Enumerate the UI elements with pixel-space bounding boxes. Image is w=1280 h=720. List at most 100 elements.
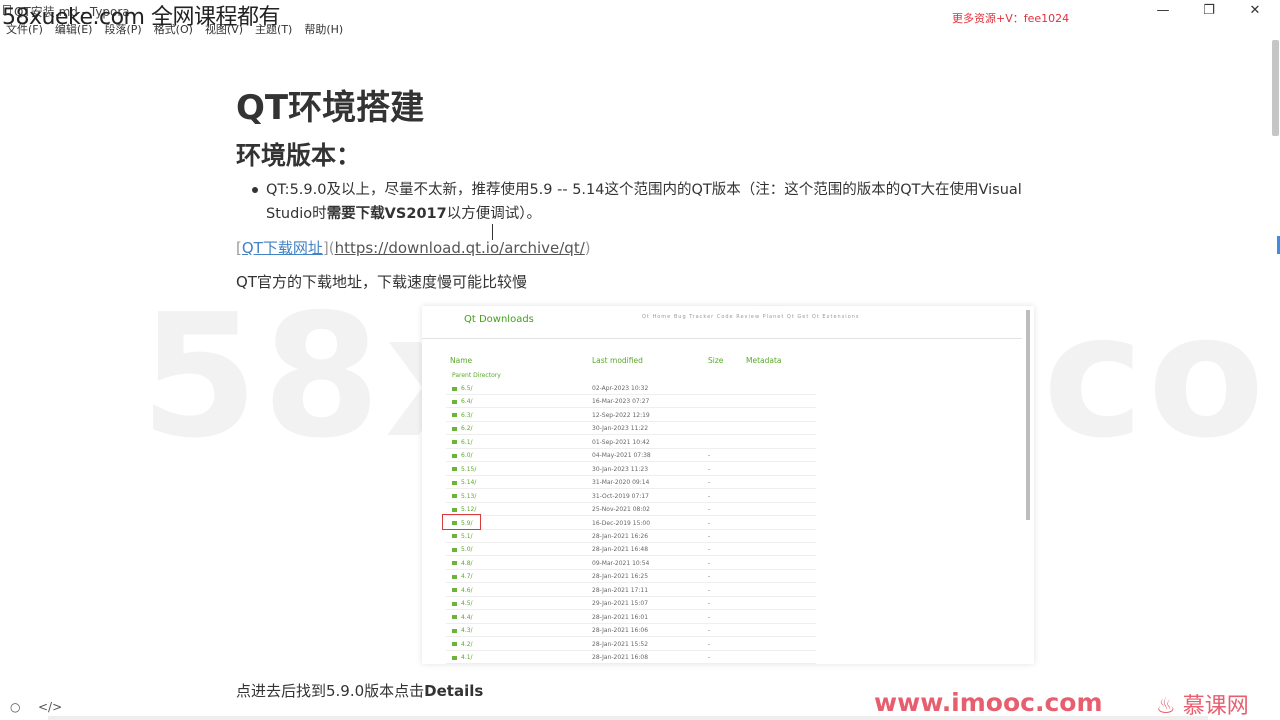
row-date: 31-Oct-2019 07:17 xyxy=(592,492,649,500)
table-row: 6.5/02-Apr-2023 10:32 xyxy=(446,382,816,395)
row-date: 01-Sep-2021 10:42 xyxy=(592,438,650,446)
col-modified-header: Last modified xyxy=(592,356,643,365)
table-row: 4.8/09-Mar-2021 10:54 - xyxy=(446,557,816,570)
close-icon[interactable]: ✕ xyxy=(1240,2,1270,20)
row-size: - xyxy=(708,613,711,621)
row-date: 28-Jan-2021 17:11 xyxy=(592,586,649,594)
row-size: - xyxy=(708,627,711,635)
row-date: 28-Jan-2021 16:08 xyxy=(592,654,649,661)
details-prefix: 点进去后找到5.9.0版本点击 xyxy=(236,682,425,700)
table-row: 4.4/28-Jan-2021 16:01 - xyxy=(446,611,816,624)
row-name: 5.12/ xyxy=(452,506,476,513)
list-item: QT:5.9.0及以上，尽量不太新，推荐使用5.9 -- 5.14这个范围内的Q… xyxy=(250,178,1050,226)
row-date: 28-Jan-2021 16:06 xyxy=(592,627,649,635)
scrollbar-thumb[interactable] xyxy=(1272,40,1279,136)
embedded-scrollbar xyxy=(1026,310,1030,520)
row-size: - xyxy=(708,465,711,473)
bullet-list: QT:5.9.0及以上，尽量不太新，推荐使用5.9 -- 5.14这个范围内的Q… xyxy=(250,178,1056,226)
table-row: 4.1/28-Jan-2021 16:08 - xyxy=(446,651,816,664)
restore-icon[interactable]: ❐ xyxy=(1194,2,1224,20)
code-icon[interactable]: </> xyxy=(38,700,62,714)
menu-help[interactable]: 帮助(H) xyxy=(298,22,349,38)
row-size: - xyxy=(708,519,711,527)
table-row: 4.5/29-Jan-2021 15:07 - xyxy=(446,597,816,611)
row-date: 31-Mar-2020 09:14 xyxy=(592,479,650,487)
row-date: 28-Jan-2021 16:01 xyxy=(592,613,649,621)
qt-nav-links: Qt Home Bug Tracker Code Review Planet Q… xyxy=(642,314,860,320)
row-size: - xyxy=(708,559,711,567)
menu-file[interactable]: 文件(F) xyxy=(0,22,49,38)
menu-edit[interactable]: 编辑(E) xyxy=(49,22,99,38)
highlight-box-5-9 xyxy=(442,514,481,530)
row-name: 4.4/ xyxy=(452,614,473,621)
table-row: 4.3/28-Jan-2021 16:06 - xyxy=(446,624,816,638)
row-name: 5.15/ xyxy=(452,466,476,473)
row-size: - xyxy=(708,452,711,460)
row-name: 6.4/ xyxy=(452,398,473,405)
row-name: 6.5/ xyxy=(452,385,473,392)
row-name: 5.13/ xyxy=(452,493,476,500)
row-date: 12-Sep-2022 12:19 xyxy=(592,411,650,419)
table-row: 5.14/31-Mar-2020 09:14 - xyxy=(446,476,816,490)
row-date: 16-Mar-2023 07:27 xyxy=(592,398,650,406)
title-bar: QT安装.md - Typora 58xueke.com 全网课程都有 更多资源… xyxy=(0,0,1280,30)
row-date: 29-Jan-2021 15:07 xyxy=(592,600,649,608)
scrollbar[interactable] xyxy=(1270,38,1280,710)
row-date: 30-Jan-2023 11:22 xyxy=(592,425,649,433)
link-url[interactable]: https://download.qt.io/archive/qt/ xyxy=(335,239,585,257)
link-label[interactable]: QT下载网址 xyxy=(242,239,323,257)
row-date: 25-Nov-2021 08:02 xyxy=(592,506,650,514)
table-row: 5.15/30-Jan-2023 11:23 - xyxy=(446,463,816,476)
circle-icon[interactable]: ○ xyxy=(10,700,20,714)
row-date: 09-Mar-2021 10:54 xyxy=(592,559,650,567)
row-name: 4.2/ xyxy=(452,641,473,648)
col-size-header: Size xyxy=(708,356,724,365)
row-size: - xyxy=(708,586,711,594)
row-name: 6.1/ xyxy=(452,439,473,446)
row-size: - xyxy=(708,479,711,487)
row-name: 5.14/ xyxy=(452,479,476,486)
bullet-bold-text: 需要下载VS2017 xyxy=(326,206,447,222)
bottom-strip xyxy=(48,716,1208,720)
parent-directory: Parent Directory xyxy=(452,372,501,379)
row-date: 28-Jan-2021 16:26 xyxy=(592,532,649,540)
link-bracket-mid: ]( xyxy=(322,239,335,257)
row-size: - xyxy=(708,573,711,581)
table-row: 6.3/12-Sep-2022 12:19 xyxy=(446,409,816,422)
row-name: 4.7/ xyxy=(452,573,473,580)
menu-theme[interactable]: 主题(T) xyxy=(249,22,298,38)
row-size: - xyxy=(708,640,711,648)
row-name: 4.1/ xyxy=(452,654,473,661)
row-size: - xyxy=(708,532,711,540)
row-date: 30-Jan-2023 11:23 xyxy=(592,465,649,473)
row-date: 28-Jan-2021 15:52 xyxy=(592,640,649,648)
markdown-link[interactable]: [QT下载网址](https://download.qt.io/archive/… xyxy=(236,236,1056,260)
brand-url: www.imooc.com xyxy=(874,688,1103,717)
menu-format[interactable]: 格式(O) xyxy=(148,22,199,38)
row-size: - xyxy=(708,546,711,554)
row-size: - xyxy=(708,492,711,500)
row-name: 5.0/ xyxy=(452,546,473,553)
table-row: 5.13/31-Oct-2019 07:17 - xyxy=(446,490,816,503)
table-row: 4.2/28-Jan-2021 15:52 - xyxy=(446,638,816,651)
menu-view[interactable]: 视图(V) xyxy=(199,22,249,38)
row-name: 6.0/ xyxy=(452,452,473,459)
row-date: 02-Apr-2023 10:32 xyxy=(592,385,649,392)
embedded-screenshot: Qt Downloads Qt Home Bug Tracker Code Re… xyxy=(422,306,1034,664)
row-name: 4.6/ xyxy=(452,587,473,594)
paragraph-details-note: 点进去后找到5.9.0版本点击Details xyxy=(236,680,483,701)
table-row: 6.2/30-Jan-2023 11:22 xyxy=(446,422,816,436)
menu-paragraph[interactable]: 段落(P) xyxy=(98,22,147,38)
minimize-icon[interactable]: — xyxy=(1148,2,1178,20)
row-date: 04-May-2021 07:38 xyxy=(592,452,651,460)
table-row: 6.4/16-Mar-2023 07:27 xyxy=(446,395,816,409)
row-date: 28-Jan-2021 16:48 xyxy=(592,546,649,554)
heading-2: 环境版本： xyxy=(236,141,362,170)
document-body[interactable]: QT环境搭建 环境版本： QT:5.9.0及以上，尽量不太新，推荐使用5.9 -… xyxy=(236,76,1056,294)
table-row: 6.1/01-Sep-2021 10:42 xyxy=(446,436,816,449)
details-bold: Details xyxy=(424,682,484,700)
heading-1: QT环境搭建 xyxy=(236,88,425,128)
text-cursor xyxy=(492,224,500,240)
row-size: - xyxy=(708,506,711,514)
table-row: 5.0/28-Jan-2021 16:48 - xyxy=(446,543,816,557)
